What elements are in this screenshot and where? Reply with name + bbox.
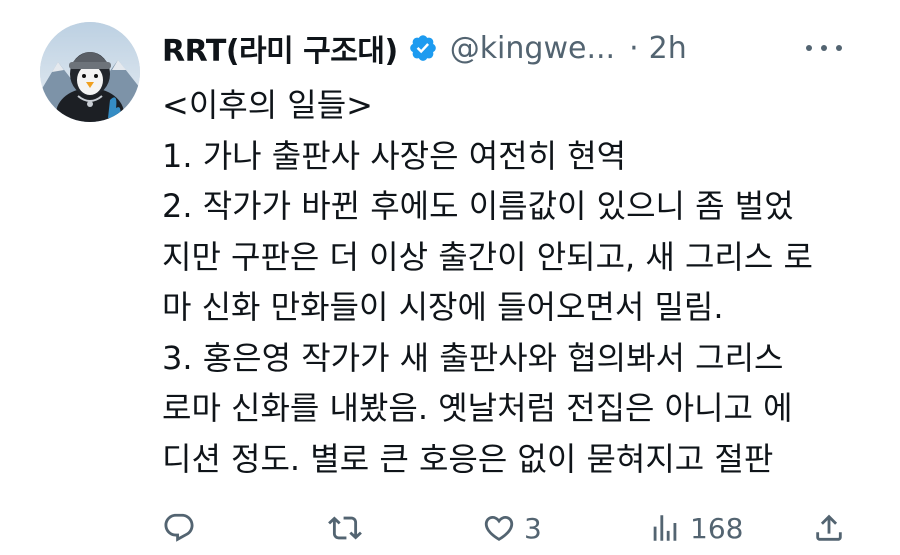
views-button[interactable]: 168 [648,508,743,548]
tweet-text: <이후의 일들> 1. 가나 출판사 사장은 여전히 현역 2. 작가가 바뀐 … [162,80,862,484]
verified-badge-icon [408,33,438,63]
tweet-text-line: 3. 홍은영 작가가 새 출판사와 협의봐서 그리스 [162,338,784,377]
reply-icon [164,513,194,542]
timestamp[interactable]: 2h [649,31,687,66]
tweet: RRT(라미 구조대) @kingwe... · 2h <이후의 일들> 1. … [0,0,900,555]
repost-icon [328,516,362,540]
views-icon [653,515,677,541]
like-icon [484,515,514,541]
tweet-text-line: 지만 구판은 더 이상 출간이 안되고, 새 그리스 로 [162,237,813,276]
more-options-icon[interactable] [806,36,842,60]
tweet-text-line: 로마 신화를 내봤음. 옛날처럼 전집은 아니고 에 [162,389,793,427]
like-count: 3 [524,511,542,545]
separator-dot: · [629,30,639,66]
tweet-text-line: <이후의 일들> [162,86,373,124]
user-handle[interactable]: @kingwe... [450,31,615,66]
share-icon [816,514,842,541]
avatar[interactable] [40,22,140,122]
share-button[interactable] [812,508,846,548]
avatar-image [40,22,140,122]
display-name[interactable]: RRT(라미 구조대) [162,26,398,70]
reply-button[interactable] [162,508,204,548]
tweet-text-line: 마 신화 만화들이 시장에 들어오면서 밀림. [162,288,724,326]
tweet-header: RRT(라미 구조대) @kingwe... · 2h [162,22,687,74]
tweet-actions: 3 168 [162,508,862,548]
repost-button[interactable] [328,508,370,548]
like-button[interactable]: 3 [482,508,542,548]
tweet-text-line: 2. 작가가 바뀐 후에도 이름값이 있으니 좀 벌었 [162,187,794,225]
tweet-text-line: 디션 정도. 별로 큰 호응은 없이 묻혀지고 절판 [162,439,774,478]
views-count: 168 [690,511,744,545]
tweet-text-line: 1. 가나 출판사 사장은 여전히 현역 [162,136,627,175]
